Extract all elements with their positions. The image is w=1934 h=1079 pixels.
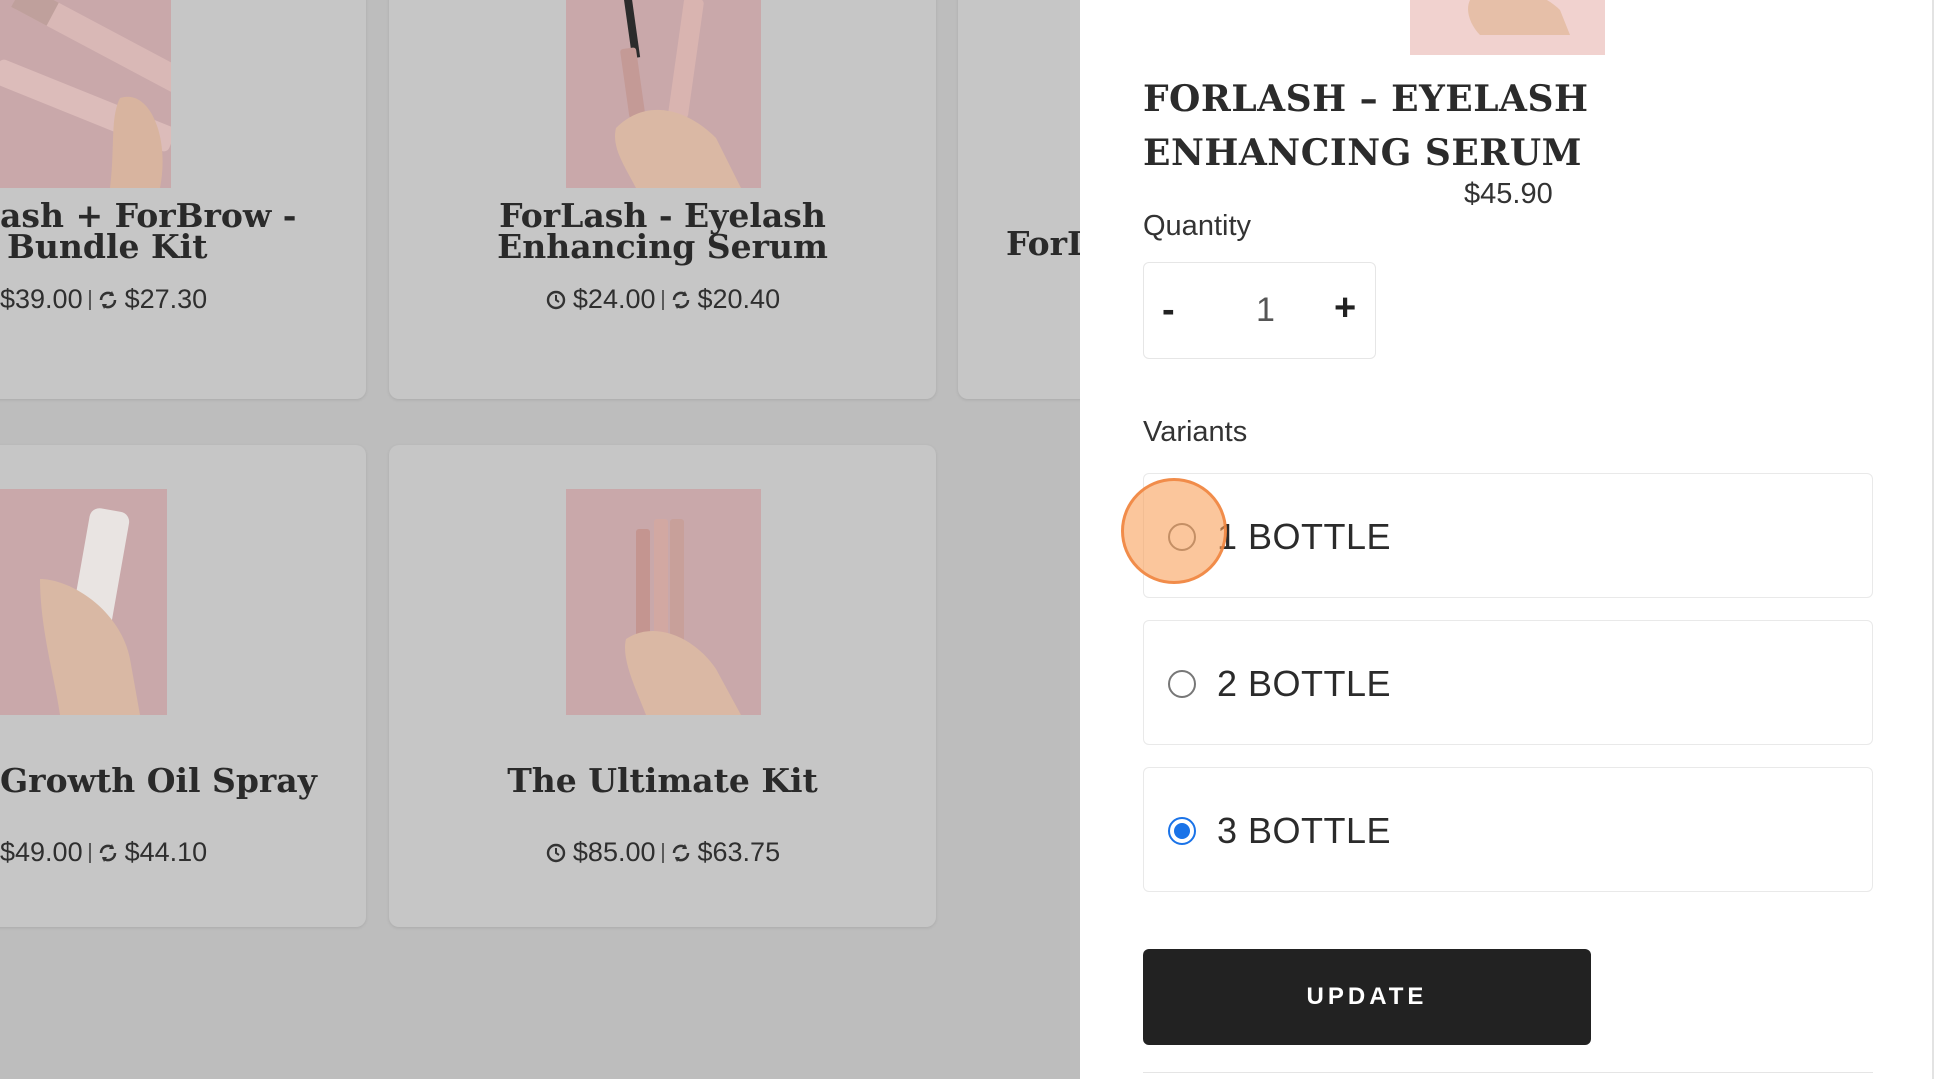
product-card[interactable]: ash + ForBrow - Bundle Kit $39.00 $27.30 bbox=[0, 0, 366, 399]
product-card-prices: $85.00 $63.75 bbox=[389, 837, 936, 868]
price-separator bbox=[88, 290, 91, 310]
product-image bbox=[566, 489, 761, 715]
price-separator bbox=[88, 843, 91, 863]
subscribe-refresh-icon bbox=[99, 844, 116, 862]
title-line: ForL bbox=[1006, 224, 1080, 263]
title-line: Enhancing Serum bbox=[497, 227, 828, 266]
product-price: $45.90 bbox=[1464, 178, 1553, 210]
product-image bbox=[566, 0, 761, 188]
title-line: The Ultimate Kit bbox=[507, 761, 818, 800]
variant-label: 3 BOTTLE bbox=[1217, 810, 1392, 851]
variant-option-3-bottle[interactable]: 3 BOTTLE bbox=[1143, 767, 1873, 892]
one-time-purchase-icon bbox=[546, 843, 566, 863]
price-separator bbox=[661, 290, 664, 310]
one-time-purchase-icon bbox=[546, 290, 566, 310]
product-image bbox=[0, 489, 167, 715]
product-image bbox=[0, 0, 171, 188]
product-card[interactable]: The Ultimate Kit $85.00 $63.75 bbox=[389, 445, 936, 927]
product-grid: ash + ForBrow - Bundle Kit $39.00 $27.30 … bbox=[0, 0, 1080, 1079]
price-separator bbox=[661, 843, 664, 863]
variant-radio[interactable] bbox=[1168, 670, 1196, 698]
product-card-title: Growth Oil Spray bbox=[0, 761, 366, 800]
regular-price: $24.00 bbox=[572, 284, 656, 314]
product-card-title: ForL bbox=[1006, 224, 1080, 263]
subscribe-refresh-icon bbox=[99, 291, 116, 309]
variant-option-1-bottle[interactable]: 1 BOTTLE bbox=[1143, 473, 1873, 598]
regular-price: $49.00 bbox=[0, 837, 83, 867]
quantity-increase-button[interactable]: + bbox=[1334, 289, 1356, 327]
quantity-value[interactable]: 1 bbox=[1256, 291, 1275, 329]
product-card-prices: $39.00 $27.30 bbox=[0, 284, 366, 315]
quantity-decrease-button[interactable]: - bbox=[1162, 291, 1175, 329]
product-card-title: ForLash - Eyelash Enhancing Serum bbox=[389, 199, 936, 266]
product-card-title: The Ultimate Kit bbox=[389, 761, 936, 800]
title-line: Growth Oil Spray bbox=[0, 761, 317, 800]
product-card[interactable]: ForL bbox=[958, 0, 1080, 399]
regular-price: $85.00 bbox=[572, 837, 656, 867]
quantity-label: Quantity bbox=[1143, 210, 1251, 242]
product-card-prices: $49.00 $44.10 bbox=[0, 837, 366, 868]
variant-radio[interactable] bbox=[1168, 817, 1196, 845]
subscribe-refresh-icon bbox=[672, 291, 689, 309]
product-card[interactable]: ForLash - Eyelash Enhancing Serum $24.00… bbox=[389, 0, 936, 399]
subscribe-price: $63.75 bbox=[697, 837, 781, 867]
quantity-stepper: - 1 + bbox=[1143, 262, 1376, 359]
product-title: FORLASH – EYELASH ENHANCING SERUM bbox=[1143, 78, 1589, 174]
title-line: Bundle Kit bbox=[7, 227, 208, 266]
subscribe-refresh-icon bbox=[672, 844, 689, 862]
variant-option-2-bottle[interactable]: 2 BOTTLE bbox=[1143, 620, 1873, 745]
subscribe-price: $20.40 bbox=[697, 284, 781, 314]
variants-label: Variants bbox=[1143, 416, 1248, 448]
product-thumbnail bbox=[1410, 0, 1605, 55]
divider bbox=[1143, 1072, 1873, 1073]
product-card-title: ash + ForBrow - Bundle Kit bbox=[0, 199, 366, 266]
regular-price: $39.00 bbox=[0, 284, 83, 314]
variant-label: 2 BOTTLE bbox=[1217, 663, 1392, 704]
update-button[interactable]: UPDATE bbox=[1143, 949, 1591, 1045]
variant-label: 1 BOTTLE bbox=[1217, 516, 1392, 557]
product-card-prices: $24.00 $20.40 bbox=[389, 284, 936, 315]
subscribe-price: $27.30 bbox=[124, 284, 208, 314]
product-card[interactable]: Growth Oil Spray $49.00 $44.10 bbox=[0, 445, 366, 927]
subscribe-price: $44.10 bbox=[124, 837, 208, 867]
click-indicator bbox=[1121, 478, 1227, 584]
